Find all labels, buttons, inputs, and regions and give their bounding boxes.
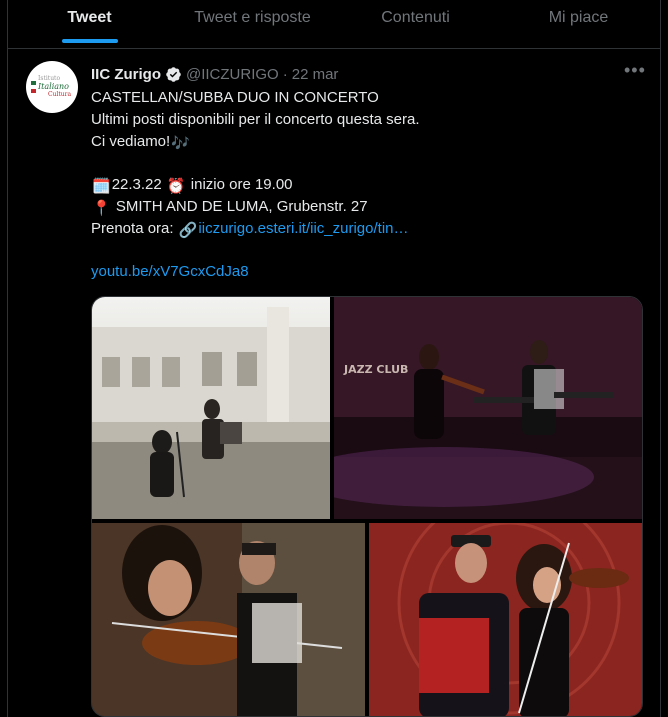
violinist-illustration <box>92 523 365 716</box>
tab-media-label: Contenuti <box>381 9 450 26</box>
tweet-header: IIC Zurigo @IICZURIGO · 22 mar <box>91 64 338 84</box>
event-location: SMITH AND DE LUMA, Grubenstr. 27 <box>115 197 368 215</box>
text-line-location: 📍 SMITH AND DE LUMA, Grubenstr. 27 <box>91 196 631 218</box>
timestamp[interactable]: 22 mar <box>292 66 339 83</box>
jazz-club-sign: JAZZ CLUB <box>343 363 408 376</box>
text-line-date-time: 🗓️22.3.22 ⏰ inizio ore 19.00 <box>91 174 631 196</box>
flag-logo-mark <box>31 81 36 93</box>
event-time: inizio ore 19.00 <box>190 176 293 194</box>
link-icon: 🔗 <box>178 221 198 239</box>
tab-contenuti[interactable]: Contenuti <box>334 0 497 48</box>
handle[interactable]: @IICZURIGO <box>186 66 279 83</box>
text-line-availability: Ultimi posti disponibili per il concerto… <box>91 110 420 128</box>
photo-jazz-club[interactable]: JAZZ CLUB <box>334 297 642 519</box>
jazz-club-illustration: JAZZ CLUB <box>334 297 642 519</box>
separator: · <box>282 65 288 83</box>
alarm-clock-icon: ⏰ <box>166 178 186 196</box>
tab-replies-label: Tweet e risposte <box>194 9 311 26</box>
duo-accordion-illustration <box>369 523 642 716</box>
avatar[interactable]: Istituto Italiano Cultura <box>26 61 78 113</box>
avatar-logo-text-3: Cultura <box>48 91 72 98</box>
verified-badge-icon <box>166 66 181 82</box>
booking-prefix: Prenota ora: <box>91 219 174 237</box>
pin-icon: 📍 <box>92 199 111 217</box>
tweet-text: CASTELLAN/SUBBA DUO IN CONCERTO Ultimi p… <box>91 87 631 283</box>
music-notes-icon: 🎶 <box>171 134 190 152</box>
greeting-text: Ci vediamo! <box>91 132 171 150</box>
photo-courtyard-duo[interactable] <box>92 297 330 519</box>
active-tab-indicator <box>61 39 118 43</box>
more-options-icon[interactable]: ••• <box>624 61 645 79</box>
media-grid: JAZZ CLUB <box>91 296 643 717</box>
photo-violinist-closeup[interactable] <box>92 523 365 716</box>
avatar-logo-text-1: Istituto <box>38 75 61 82</box>
tweet[interactable]: Istituto Italiano Cultura IIC Zurigo @II… <box>8 49 660 717</box>
text-line-booking: Prenota ora: 🔗iiczurigo.esteri.it/iic_zu… <box>91 218 631 240</box>
profile-tabs: Tweet Tweet e risposte Contenuti Mi piac… <box>8 0 660 49</box>
text-line-title: CASTELLAN/SUBBA DUO IN CONCERTO <box>91 89 379 106</box>
display-name[interactable]: IIC Zurigo <box>91 66 161 83</box>
text-line-video: youtu.be/xV7GcxCdJa8 <box>91 261 631 283</box>
tab-tweet-label: Tweet <box>67 9 112 26</box>
tab-tweet-e-risposte[interactable]: Tweet e risposte <box>171 0 334 48</box>
tab-tweet[interactable]: Tweet <box>8 0 171 48</box>
event-date: 22.3.22 <box>111 176 162 194</box>
courtyard-illustration <box>92 307 330 519</box>
youtube-link[interactable]: youtu.be/xV7GcxCdJa8 <box>91 263 249 280</box>
tab-mi-piace[interactable]: Mi piace <box>497 0 660 48</box>
calendar-icon: 🗓️ <box>92 178 111 196</box>
tab-likes-label: Mi piace <box>548 9 609 26</box>
profile-timeline: Tweet Tweet e risposte Contenuti Mi piac… <box>7 0 661 717</box>
text-line-greeting: Ci vediamo!🎶 <box>91 131 631 153</box>
photo-duo-accordion[interactable] <box>369 523 642 716</box>
avatar-logo-text-2: Italiano <box>38 82 69 91</box>
booking-link[interactable]: iiczurigo.esteri.it/iic_zurigo/tin… <box>198 220 408 237</box>
